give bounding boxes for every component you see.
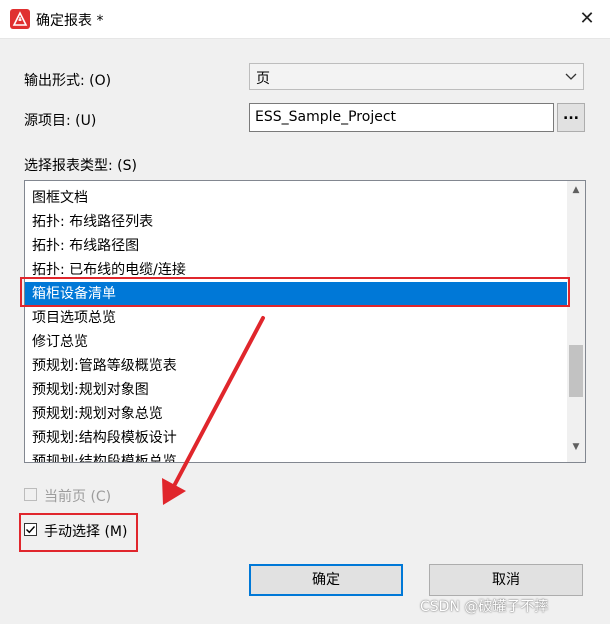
list-scrollbar[interactable]: ▲ ▼ <box>567 181 585 462</box>
list-item[interactable]: 预规划:规划对象图 <box>25 378 568 402</box>
output-form-label: 输出形式: (O) <box>24 73 112 89</box>
title-bar: 确定报表 * ✕ <box>0 0 610 39</box>
output-form-dropdown[interactable]: 页 <box>249 63 584 90</box>
highlight-box-selected-item <box>20 277 570 307</box>
source-project-field[interactable]: ESS_Sample_Project <box>249 103 554 132</box>
report-type-label: 选择报表类型: (S) <box>24 158 137 174</box>
checkbox-box <box>24 488 37 501</box>
current-page-label: 当前页 (C) <box>44 489 112 505</box>
list-item[interactable]: 拓扑: 布线路径图 <box>25 234 568 258</box>
window-title: 确定报表 * <box>36 13 104 29</box>
ok-button[interactable]: 确定 <box>249 564 403 596</box>
report-type-list[interactable]: 图框文档 拓扑: 布线路径列表 拓扑: 布线路径图 拓扑: 已布线的电缆/连接 箱柜设备… <box>24 180 586 463</box>
cancel-button[interactable]: 取消 <box>429 564 583 596</box>
source-project-label: 源项目: (U) <box>24 113 97 129</box>
chevron-down-icon <box>565 73 577 80</box>
list-item[interactable]: 预规划:管路等级概览表 <box>25 354 568 378</box>
output-form-value: 页 <box>256 71 270 87</box>
highlight-box-manual-select <box>19 513 138 552</box>
scroll-up-icon[interactable]: ▲ <box>567 185 585 201</box>
close-button[interactable]: ✕ <box>574 6 600 32</box>
report-type-items: 图框文档 拓扑: 布线路径列表 拓扑: 布线路径图 拓扑: 已布线的电缆/连接 箱柜设备… <box>25 186 568 462</box>
list-item[interactable]: 预规划:结构段模板设计 <box>25 426 568 450</box>
list-item[interactable]: 项目选项总览 <box>25 306 568 330</box>
list-item[interactable]: 预规划:规划对象总览 <box>25 402 568 426</box>
scroll-thumb[interactable] <box>569 345 583 397</box>
list-item[interactable]: 预规划:结构段模板总览 <box>25 450 568 462</box>
browse-button[interactable]: ... <box>557 103 585 132</box>
app-logo-icon <box>10 9 30 29</box>
source-project-value: ESS_Sample_Project <box>255 109 397 125</box>
scroll-down-icon[interactable]: ▼ <box>567 442 585 458</box>
list-item[interactable]: 图框文档 <box>25 186 568 210</box>
list-item[interactable]: 拓扑: 布线路径列表 <box>25 210 568 234</box>
list-item[interactable]: 修订总览 <box>25 330 568 354</box>
watermark-text: CSDN @破罐子不摔 <box>420 599 549 615</box>
